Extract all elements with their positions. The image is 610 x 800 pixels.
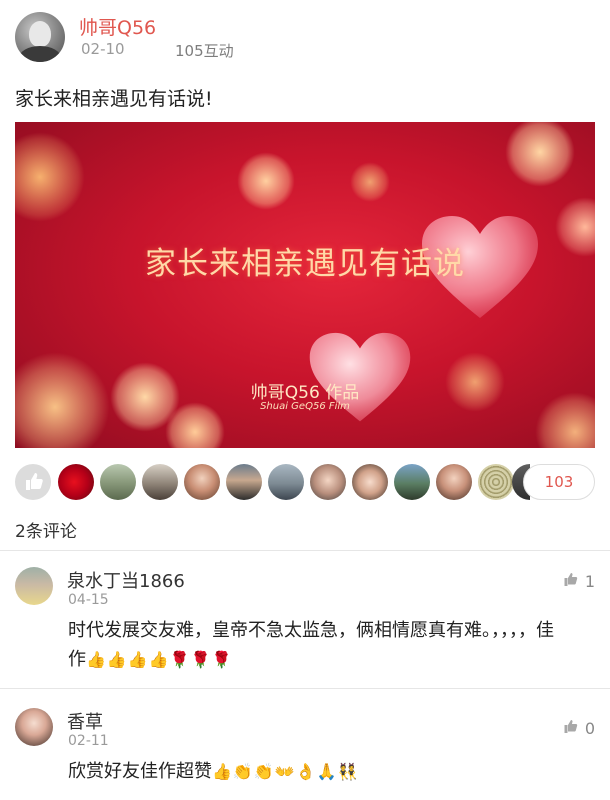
girl-avatar[interactable] [352,464,388,500]
author-avatar[interactable] [15,12,65,62]
video-thumbnail[interactable]: 家长来相亲遇见有话说 帅哥Q56 作品 Shuai GeQ56 Film [15,122,595,448]
comment-emojis: 👍👏👏👐👌🙏👯 [212,762,359,781]
thumbs-up-icon [564,573,577,586]
interaction-count[interactable]: 105互动 [175,40,234,61]
video-credit-subtitle: Shuai GeQ56 Film [260,401,350,412]
bokeh-light [15,132,85,222]
commenter-name[interactable]: 泉水丁当1866 [67,567,185,593]
divider [0,550,610,551]
post-text: 家长来相亲遇见有话说! [15,88,213,110]
roses-avatar[interactable] [58,464,94,500]
avatar-face [29,21,51,47]
comment-text: 欣赏好友佳作超赞👍👏👏👐👌🙏👯 [68,757,568,786]
group-avatar[interactable] [142,464,178,500]
bokeh-light [350,162,390,202]
like-button[interactable] [15,464,51,500]
comments-title: 2条评论 [15,522,77,542]
comment-like-count: 1 [584,572,595,591]
standing-man-avatar[interactable] [268,464,304,500]
divider [0,688,610,689]
comment-item: 香草 02-11 0 欣赏好友佳作超赞👍👏👏👐👌🙏👯 [15,708,595,798]
author-name[interactable]: 帅哥Q56 [79,13,156,40]
comment-like-count: 0 [584,719,595,738]
comment-date: 02-11 [68,733,109,749]
post-header: 帅哥Q56 02-10 105互动 [15,12,595,64]
post-date: 02-10 [81,40,125,58]
comment-item: 泉水丁当1866 04-15 1 时代发展交友难，皇帝不急太监急，俩相情愿真有难… [15,567,595,677]
comment-date: 04-15 [68,592,109,608]
bokeh-light [237,152,295,210]
comment-like-button[interactable]: 0 [562,718,595,738]
commenter-avatar[interactable] [15,567,53,605]
video-title: 家长来相亲遇见有话说 [145,246,465,282]
avatar-shoulders [19,46,61,62]
video-credit: 帅哥Q56 作品 [250,383,360,403]
commenter-avatar[interactable] [15,708,53,746]
woman-avatar[interactable] [184,464,220,500]
comment-like-button[interactable]: 1 [562,571,595,591]
likes-row: 103 [15,462,595,502]
thumbs-up-icon [26,473,43,490]
commenter-name[interactable]: 香草 [67,708,103,734]
comment-text: 时代发展交友难，皇帝不急太监急，俩相情愿真有难。，，，，佳作👍👍👍👍🌹🌹🌹 [68,616,568,674]
thumbs-up-icon [564,720,577,733]
comment-emojis: 👍👍👍👍🌹🌹🌹 [86,650,233,669]
child-avatar[interactable] [310,464,346,500]
fan-avatar[interactable] [478,464,514,500]
outdoor-avatar[interactable] [394,464,430,500]
woman2-avatar[interactable] [436,464,472,500]
man-avatar[interactable] [100,464,136,500]
sunglasses-avatar[interactable] [226,464,262,500]
like-count-button[interactable]: 103 [523,464,595,500]
comment-body: 欣赏好友佳作超赞 [68,761,212,782]
bokeh-light [505,122,575,187]
